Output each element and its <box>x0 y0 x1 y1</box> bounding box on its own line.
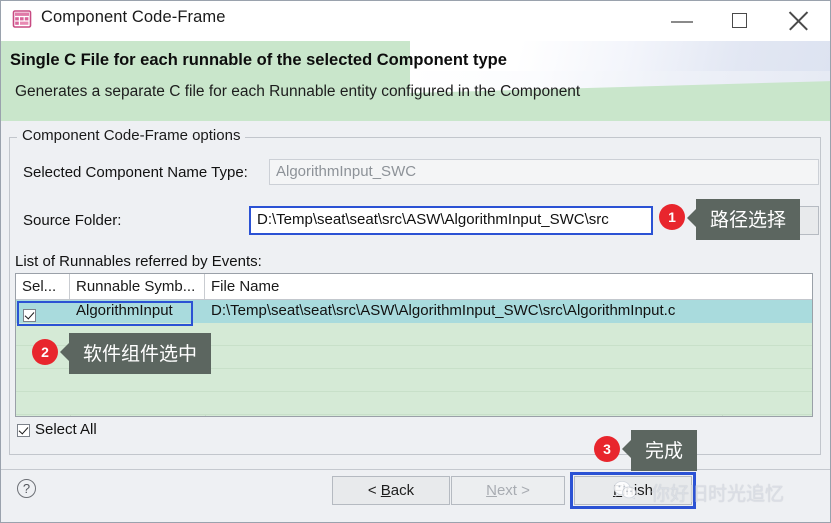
component-name-input[interactable]: AlgorithmInput_SWC <box>269 159 819 185</box>
annotation-callout-2: 软件组件选中 <box>59 333 212 374</box>
back-mnemonic: B <box>380 482 391 499</box>
wizard-banner: Single C File for each runnable of the s… <box>1 41 830 121</box>
select-all-checkbox-row[interactable]: Select All <box>17 421 97 438</box>
help-question-icon[interactable]: ? <box>17 479 36 498</box>
banner-title: Single C File for each runnable of the s… <box>10 51 507 69</box>
back-label-post: ack <box>390 482 415 499</box>
component-grid-icon <box>12 10 32 28</box>
annotation-badge-2: 2 <box>32 339 58 365</box>
finish-button[interactable]: Finish <box>574 476 692 505</box>
group-border-right <box>207 137 821 138</box>
runnables-list-label: List of Runnables referred by Events: <box>15 253 262 270</box>
group-border-left <box>9 137 17 138</box>
table-row[interactable]: AlgorithmInput D:\Temp\seat\seat\src\ASW… <box>16 300 812 323</box>
next-mnemonic: N <box>486 482 497 499</box>
maximize-button[interactable] <box>719 1 765 41</box>
column-header-filename[interactable]: File Name <box>205 274 809 299</box>
minimize-icon <box>671 21 693 23</box>
row-filename-cell: D:\Temp\seat\seat\src\ASW\AlgorithmInput… <box>211 302 676 319</box>
close-button[interactable] <box>777 1 823 41</box>
row-select-cell[interactable] <box>16 300 70 323</box>
banner-subtitle: Generates a separate C file for each Run… <box>15 83 581 100</box>
select-all-checkbox[interactable] <box>17 423 30 437</box>
minimize-button[interactable] <box>659 1 705 41</box>
finish-label-post: inish <box>622 482 654 499</box>
select-all-label: Select All <box>35 421 97 438</box>
next-label-post: ext > <box>496 482 530 499</box>
window-title: Component Code-Frame <box>41 8 226 26</box>
options-group-label: Component Code-Frame options <box>17 127 246 144</box>
column-header-select[interactable]: Sel... <box>16 274 70 299</box>
row-checkbox[interactable] <box>23 308 36 322</box>
component-name-label: Selected Component Name Type: <box>23 164 248 181</box>
annotation-callout-1: 路径选择 <box>686 199 801 240</box>
next-button: Next > <box>451 476 565 505</box>
back-button[interactable]: < Back <box>332 476 450 505</box>
title-bar: Component Code-Frame <box>1 1 830 41</box>
table-empty-row[interactable] <box>16 392 812 415</box>
table-header-row: Sel... Runnable Symb... File Name <box>16 274 812 300</box>
maximize-icon <box>732 13 747 28</box>
annotation-callout-3: 完成 <box>621 430 698 471</box>
back-label-pre: < <box>367 482 381 499</box>
row-symbol-cell: AlgorithmInput <box>76 302 173 319</box>
annotation-badge-3: 3 <box>594 436 620 462</box>
finish-mnemonic: F <box>612 482 623 499</box>
source-folder-input[interactable]: D:\Temp\seat\seat\src\ASW\AlgorithmInput… <box>249 206 653 235</box>
component-code-frame-dialog: Component Code-Frame Single C File for e… <box>0 0 831 523</box>
annotation-badge-1: 1 <box>659 204 685 230</box>
column-header-symbol[interactable]: Runnable Symb... <box>70 274 205 299</box>
source-folder-label: Source Folder: <box>23 212 122 229</box>
